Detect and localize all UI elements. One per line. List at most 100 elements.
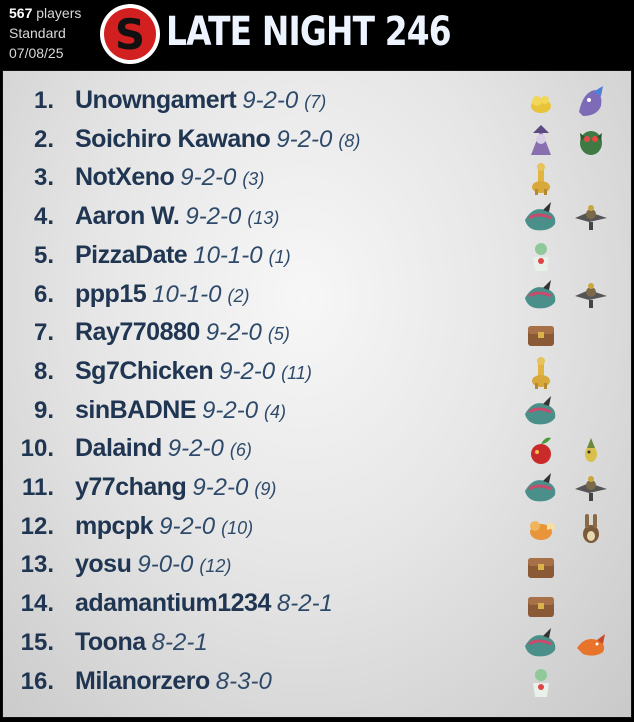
- player-record: 10-1-0: [152, 280, 222, 308]
- rank-number: 2.: [33, 125, 54, 153]
- standings-panel: 1. Unowngamert 9-2-0 (7) 2. Soichiro Kawano 9-…: [2, 70, 632, 718]
- players-label: players: [36, 5, 82, 21]
- teal-dragon-icon: [523, 626, 559, 662]
- standings-row: 9. sinBADNE 9-2-0 (4): [3, 393, 631, 431]
- player-name: Ray770880: [75, 318, 200, 347]
- rank-number: 5.: [33, 241, 54, 269]
- yellow-giraffe-icon: [523, 161, 559, 197]
- dark-bird-icon: [573, 471, 609, 507]
- player-record: 9-2-0: [185, 203, 242, 231]
- yellow-giraffe-icon: [523, 355, 559, 391]
- teal-dragon-icon: [523, 471, 559, 507]
- player-record: 10-1-0: [193, 241, 263, 269]
- standings-row: 11. y77chang 9-2-0 (9): [3, 470, 631, 508]
- player-entry: yosu 9-0-0 (12): [75, 550, 231, 579]
- player-name: NotXeno: [75, 163, 175, 192]
- player-entry: Milanorzero 8-3-0: [75, 667, 272, 696]
- standings-row: 14. adamantium1234 8-2-1: [3, 586, 631, 624]
- player-seed: (3): [242, 169, 265, 190]
- standings-row: 4. Aaron W. 9-2-0 (13): [3, 199, 631, 237]
- standings-row: 12. mpcpk 9-2-0 (10): [3, 509, 631, 547]
- teal-dragon-icon: [523, 394, 559, 430]
- player-entry: Sg7Chicken 9-2-0 (11): [75, 357, 312, 386]
- player-name: PizzaDate: [75, 240, 188, 269]
- dark-bird-icon: [573, 200, 609, 236]
- format-label: Standard: [9, 25, 66, 41]
- player-seed: (9): [254, 479, 277, 499]
- player-entry: Ray770880 9-2-0 (5): [75, 318, 290, 347]
- player-seed: (7): [304, 92, 327, 112]
- player-name: Milanorzero: [75, 666, 210, 695]
- player-seed: (4): [264, 401, 287, 422]
- player-name: Dalaind: [75, 434, 162, 463]
- rank-number: 9.: [33, 396, 54, 424]
- player-record: 9-2-0: [276, 125, 333, 153]
- orange-lizard-icon: [573, 626, 609, 662]
- player-record: 9-2-0: [205, 319, 262, 347]
- player-name: Sg7Chicken: [75, 356, 214, 385]
- player-entry: adamantium1234 8-2-1: [75, 589, 333, 618]
- player-seed: (12): [199, 556, 232, 577]
- yellow-blob-icon: [523, 84, 559, 120]
- player-record: 8-2-1: [151, 628, 208, 656]
- rank-number: 10.: [20, 435, 54, 463]
- brown-chest-icon: [523, 316, 559, 352]
- player-name: adamantium1234: [75, 589, 271, 618]
- standings-row: 13. yosu 9-0-0 (12): [3, 547, 631, 585]
- rank-number: 12.: [20, 512, 54, 540]
- player-entry: sinBADNE 9-2-0 (4): [75, 396, 286, 425]
- standings-row: 1. Unowngamert 9-2-0 (7): [3, 83, 631, 121]
- player-entry: Dalaind 9-2-0 (6): [75, 434, 252, 463]
- player-name: y77chang: [75, 473, 187, 501]
- player-entry: Soichiro Kawano 9-2-0 (8): [75, 125, 360, 154]
- rank-number: 16.: [20, 667, 54, 695]
- player-entry: Unowngamert 9-2-0 (7): [75, 86, 326, 115]
- player-name: Unowngamert: [75, 86, 237, 114]
- player-seed: (13): [247, 208, 280, 229]
- rank-number: 13.: [20, 551, 54, 579]
- player-seed: (1): [268, 246, 291, 267]
- players-count: 567: [9, 5, 33, 21]
- standings-row: 6. ppp15 10-1-0 (2): [3, 277, 631, 315]
- header-bar: 567 players Standard 07/08/25 S LATE NIG…: [0, 0, 634, 70]
- logo-icon: S: [98, 2, 162, 66]
- small-yellow-icon: [573, 432, 609, 468]
- standings-row: 2. Soichiro Kawano 9-2-0 (8): [3, 122, 631, 160]
- player-seed: (11): [281, 362, 312, 383]
- player-name: mpcpk: [75, 511, 154, 540]
- rank-number: 1.: [33, 87, 54, 114]
- dark-bird-icon: [573, 278, 609, 314]
- rank-number: 8.: [33, 357, 54, 385]
- player-name: Aaron W.: [75, 202, 180, 231]
- standings-row: 3. NotXeno 9-2-0 (3): [3, 160, 631, 198]
- player-name: Soichiro Kawano: [75, 124, 271, 153]
- player-record: 9-2-0: [192, 474, 249, 501]
- teal-dragon-icon: [523, 200, 559, 236]
- standings-row: 7. Ray770880 9-2-0 (5): [3, 315, 631, 353]
- player-seed: (10): [221, 517, 254, 538]
- player-entry: Toona 8-2-1: [75, 628, 208, 657]
- event-title: LATE NIGHT 246: [166, 9, 452, 55]
- player-record: 8-2-1: [276, 590, 333, 618]
- green-dancer-icon: [523, 239, 559, 275]
- event-date: 07/08/25: [9, 45, 64, 61]
- player-record: 9-2-0: [167, 435, 224, 463]
- player-record: 9-2-0: [159, 512, 216, 540]
- teal-dragon-icon: [523, 278, 559, 314]
- rank-number: 6.: [33, 280, 54, 308]
- brown-chest-icon: [523, 548, 559, 584]
- player-name: Toona: [75, 627, 146, 656]
- player-seed: (2): [227, 285, 250, 306]
- player-record: 9-0-0: [137, 551, 194, 579]
- standings-graphic: 567 players Standard 07/08/25 S LATE NIG…: [0, 0, 634, 722]
- player-name: sinBADNE: [75, 395, 197, 424]
- rank-number: 15.: [20, 628, 54, 656]
- green-owl-icon: [573, 123, 609, 159]
- standings-row: 8. Sg7Chicken 9-2-0 (11): [3, 354, 631, 392]
- brown-chest-icon: [523, 587, 559, 623]
- orange-fox-icon: [523, 510, 559, 546]
- purple-dragon-icon: [573, 84, 609, 120]
- standings-row: 5. PizzaDate 10-1-0 (1): [3, 238, 631, 276]
- rank-number: 11.: [21, 474, 54, 501]
- standings-row: 10. Dalaind 9-2-0 (6): [3, 431, 631, 469]
